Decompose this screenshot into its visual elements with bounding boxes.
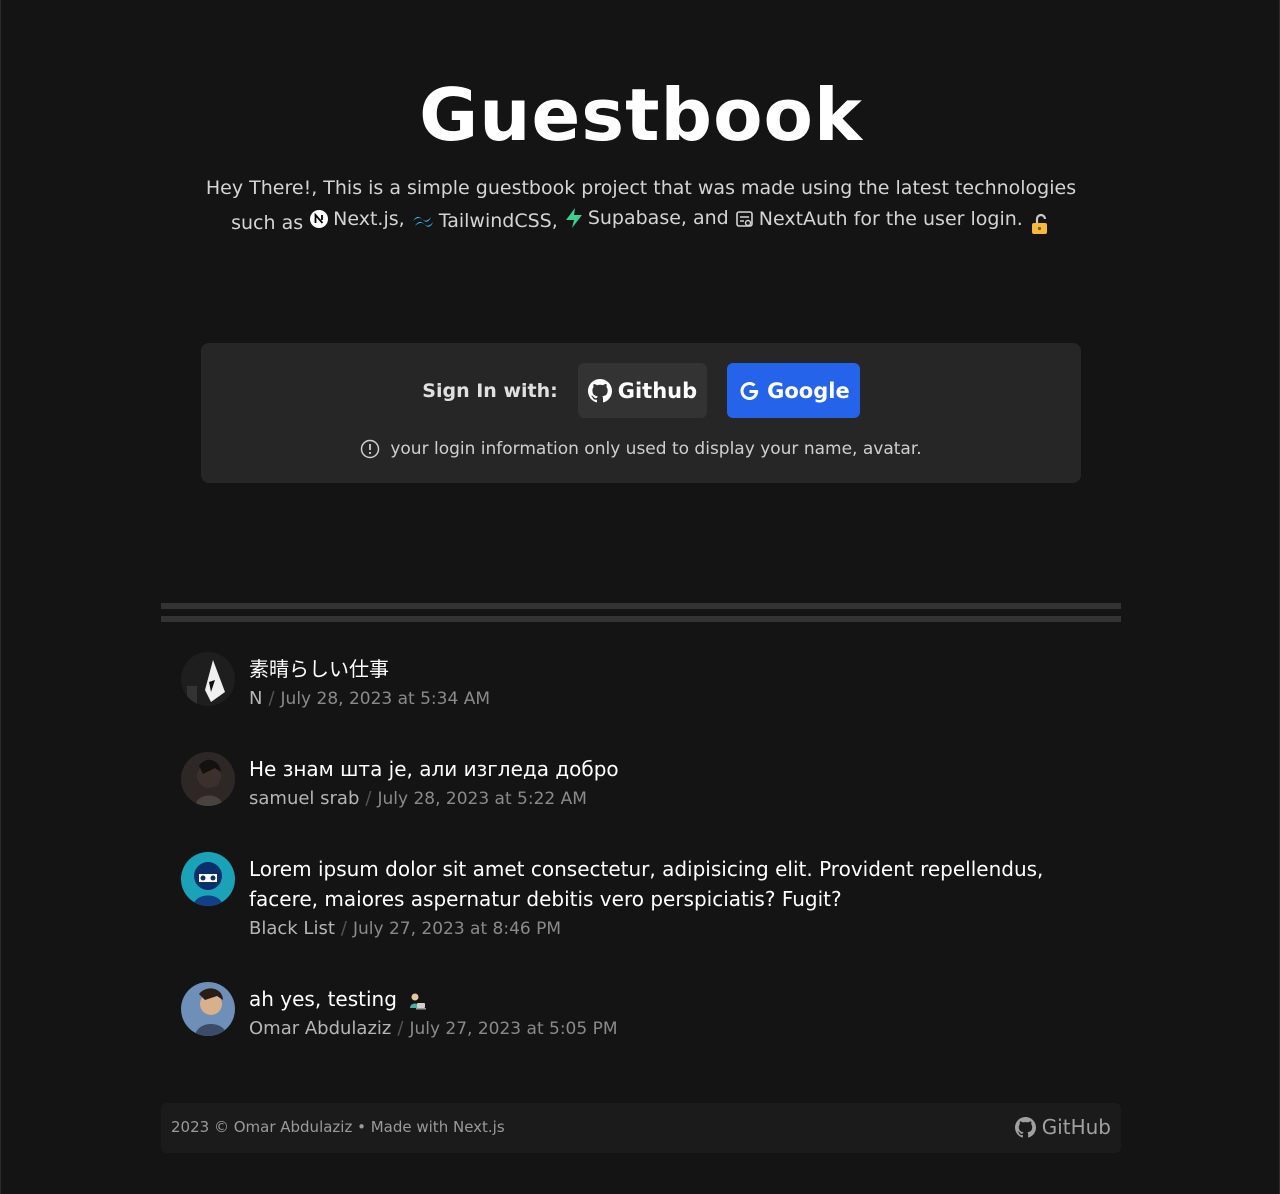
entry-body: ah yes, testing Omar Abdulaziz / July 27, … bbox=[249, 982, 618, 1044]
github-icon bbox=[1014, 1116, 1036, 1137]
entry-body: Lorem ipsum dolor sit amet consectetur, … bbox=[249, 852, 1081, 944]
signin-note: your login information only used to disp… bbox=[201, 439, 1081, 459]
nextjs-icon bbox=[310, 210, 329, 228]
nextauth-icon bbox=[735, 211, 753, 227]
github-signin-label: Github bbox=[617, 378, 698, 403]
intro-line-1: Hey There!, This is a simple guestbook p… bbox=[205, 177, 1077, 199]
tech-nextauth: NextAuth for the user login. bbox=[735, 204, 1023, 234]
tech-supabase-label: Supabase, and bbox=[587, 207, 729, 229]
entry-body: Не знам шта је, али изгледа добро samuel… bbox=[249, 752, 619, 814]
signin-card: Sign In with: Github Google your login i… bbox=[201, 343, 1081, 483]
footer-github-label: GitHub bbox=[1041, 1115, 1111, 1139]
meta-separator: / bbox=[397, 1018, 404, 1039]
entry-author: Black List bbox=[249, 918, 335, 939]
list-item: Не знам шта је, али изгледа добро samuel… bbox=[181, 752, 1081, 814]
entry-meta: Black List / July 27, 2023 at 8:46 PM bbox=[249, 914, 1081, 944]
signin-row: Sign In with: Github Google bbox=[201, 363, 1081, 418]
entry-meta: samuel srab / July 28, 2023 at 5:22 AM bbox=[249, 784, 619, 814]
entry-meta: N / July 28, 2023 at 5:34 AM bbox=[249, 684, 490, 714]
intro-line-2: such as Next.js, TailwindCSS, Supabase, … bbox=[161, 203, 1121, 238]
footer-github-link[interactable]: GitHub bbox=[1014, 1115, 1111, 1139]
signin-label: Sign In with: bbox=[422, 379, 558, 402]
entry-message: 素晴らしい仕事 bbox=[249, 657, 389, 681]
entry-message: Не знам шта је, али изгледа добро bbox=[249, 757, 619, 781]
intro-text: Hey There!, This is a simple guestbook p… bbox=[161, 173, 1121, 238]
lock-icon bbox=[1031, 213, 1047, 234]
avatar bbox=[181, 982, 235, 1036]
tailwind-icon bbox=[412, 216, 433, 227]
tech-nextauth-label: NextAuth for the user login. bbox=[758, 208, 1023, 230]
entry-message-text: ah yes, testing bbox=[249, 987, 397, 1011]
avatar bbox=[181, 852, 235, 906]
signin-note-text: your login information only used to disp… bbox=[390, 439, 922, 459]
meta-separator: / bbox=[268, 688, 275, 709]
list-item: Lorem ipsum dolor sit amet consectetur, … bbox=[181, 852, 1081, 944]
page: Guestbook Hey There!, This is a simple g… bbox=[0, 0, 1280, 1194]
page-title: Guestbook bbox=[419, 73, 863, 157]
tech-tailwind-label: TailwindCSS, bbox=[438, 210, 558, 232]
entry-meta: Omar Abdulaziz / July 27, 2023 at 5:05 PM bbox=[249, 1014, 618, 1044]
footer: 2023 © Omar Abdulaziz • Made with Next.j… bbox=[161, 1103, 1121, 1153]
github-icon bbox=[587, 378, 612, 402]
technologist-emoji-icon bbox=[410, 993, 427, 1009]
entry-date: July 28, 2023 at 5:22 AM bbox=[377, 789, 587, 809]
entry-date: July 27, 2023 at 5:05 PM bbox=[409, 1019, 618, 1039]
tech-nextjs: Next.js, bbox=[309, 204, 405, 234]
avatar bbox=[181, 652, 235, 706]
list-item: 素晴らしい仕事 N / July 28, 2023 at 5:34 AM bbox=[181, 652, 1081, 714]
tech-tailwind: TailwindCSS, bbox=[411, 206, 558, 236]
entry-body: 素晴らしい仕事 N / July 28, 2023 at 5:34 AM bbox=[249, 652, 490, 714]
entry-date: July 27, 2023 at 8:46 PM bbox=[352, 919, 562, 939]
meta-separator: / bbox=[340, 918, 347, 939]
info-icon bbox=[361, 439, 380, 459]
meta-separator: / bbox=[365, 788, 372, 809]
avatar bbox=[181, 752, 235, 806]
list-item: ah yes, testing Omar Abdulaziz / July 27, … bbox=[181, 982, 1081, 1044]
entry-message: Lorem ipsum dolor sit amet consectetur, … bbox=[249, 857, 1044, 911]
supabase-icon bbox=[565, 208, 582, 228]
divider-top bbox=[161, 603, 1121, 609]
entry-author: Omar Abdulaziz bbox=[249, 1018, 392, 1039]
google-icon bbox=[740, 381, 759, 400]
entry-date: July 28, 2023 at 5:34 AM bbox=[280, 689, 490, 709]
entry-author: samuel srab bbox=[249, 788, 360, 809]
entry-message: ah yes, testing bbox=[249, 984, 618, 1014]
tech-nextjs-label: Next.js, bbox=[333, 208, 405, 230]
entry-author: N bbox=[249, 688, 263, 709]
footer-copyright: 2023 © Omar Abdulaziz • Made with Next.j… bbox=[171, 1118, 505, 1136]
google-signin-label: Google bbox=[767, 378, 850, 403]
intro-prefix: such as bbox=[231, 212, 304, 234]
tech-supabase: Supabase, and bbox=[564, 203, 729, 233]
google-signin-button[interactable]: Google bbox=[727, 363, 860, 418]
github-signin-button[interactable]: Github bbox=[577, 363, 708, 418]
divider-bottom bbox=[161, 616, 1121, 622]
